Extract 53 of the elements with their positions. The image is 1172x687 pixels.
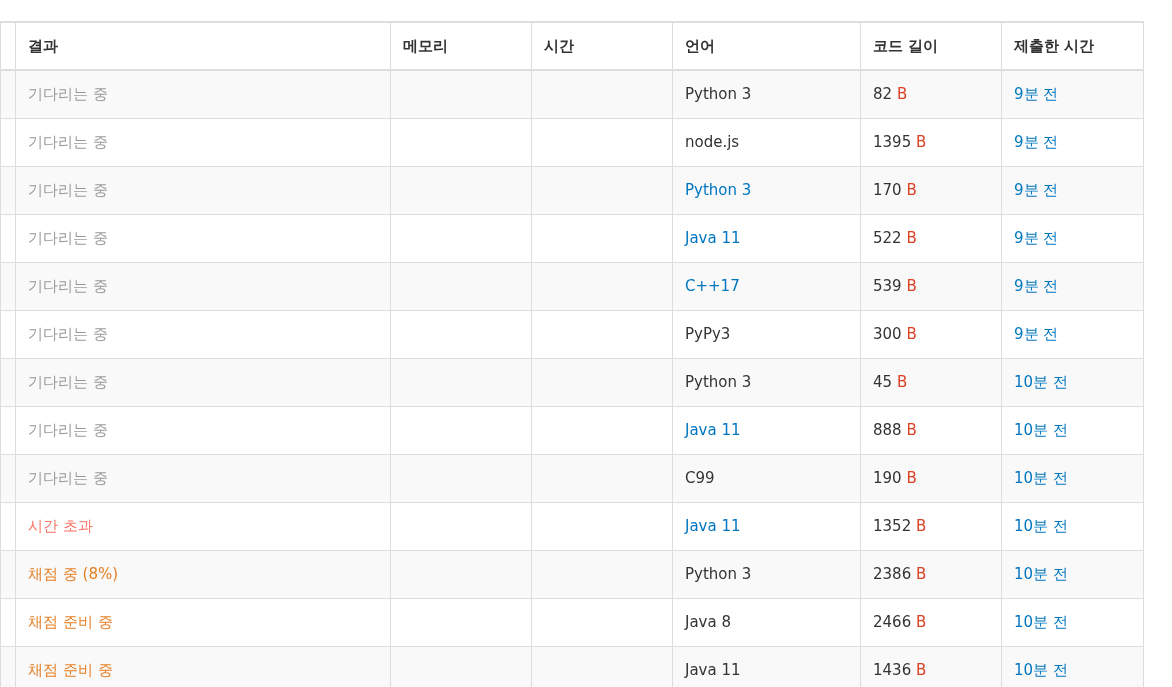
submitted-time-link[interactable]: 10분 전 xyxy=(1014,612,1068,631)
code-length: 170 B xyxy=(873,181,917,199)
result-status: 기다리는 중 xyxy=(28,420,108,439)
language-text: Python 3 xyxy=(685,373,752,391)
code-length: 2386 B xyxy=(873,565,927,583)
result-status: 채점 중 (8%) xyxy=(28,564,119,583)
submitted-time-link[interactable]: 9분 전 xyxy=(1014,84,1059,103)
submitted-time-link[interactable]: 9분 전 xyxy=(1014,324,1059,343)
submitted-time-link[interactable]: 9분 전 xyxy=(1014,132,1059,151)
result-status: 채점 준비 중 xyxy=(28,660,113,679)
language-text: PyPy3 xyxy=(685,325,731,343)
result-status: 기다리는 중 xyxy=(28,468,108,487)
result-status: 기다리는 중 xyxy=(28,132,108,151)
language-text: Python 3 xyxy=(685,85,752,104)
result-status: 기다리는 중 xyxy=(28,276,108,295)
submitted-time-link[interactable]: 9분 전 xyxy=(1014,180,1059,199)
result-status: 시간 초과 xyxy=(28,516,93,535)
language-text: Java 11 xyxy=(685,661,741,679)
result-status: 기다리는 중 xyxy=(28,84,108,103)
language-text: Python 3 xyxy=(685,565,752,583)
result-status: 기다리는 중 xyxy=(28,180,108,199)
code-length: 1436 B xyxy=(873,661,927,679)
column-header: 결과 xyxy=(15,22,391,70)
language-link[interactable]: C++17 xyxy=(685,277,740,295)
code-length: 190 B xyxy=(873,469,917,487)
code-length: 888 B xyxy=(873,421,917,439)
submitted-time-link[interactable]: 10분 전 xyxy=(1014,516,1068,535)
code-length: 522 B xyxy=(873,229,917,247)
code-length: 45 B xyxy=(873,373,908,391)
language-text: Java 8 xyxy=(685,613,731,631)
result-status: 기다리는 중 xyxy=(28,324,108,343)
submitted-time-link[interactable]: 10분 전 xyxy=(1014,420,1068,439)
result-status: 기다리는 중 xyxy=(28,228,108,247)
result-status: 기다리는 중 xyxy=(28,372,108,391)
submitted-time-link[interactable]: 10분 전 xyxy=(1014,564,1068,583)
language-link[interactable]: Java 11 xyxy=(685,421,741,439)
submitted-time-link[interactable]: 9분 전 xyxy=(1014,276,1059,295)
code-length: 1395 B xyxy=(873,133,927,151)
language-link[interactable]: Python 3 xyxy=(685,181,752,199)
code-length: 539 B xyxy=(873,277,917,295)
submitted-time-link[interactable]: 10분 전 xyxy=(1014,660,1068,679)
submitted-time-link[interactable]: 9분 전 xyxy=(1014,228,1059,247)
language-text: C99 xyxy=(685,469,715,487)
language-link[interactable]: Java 11 xyxy=(685,517,741,535)
code-length: 1352 B xyxy=(873,517,927,535)
code-length: 2466 B xyxy=(873,613,927,631)
language-link[interactable]: Java 11 xyxy=(685,229,741,247)
code-length: 82 B xyxy=(873,85,908,104)
result-status: 채점 준비 중 xyxy=(28,612,113,631)
submitted-time-link[interactable]: 10분 전 xyxy=(1014,372,1068,391)
submitted-time-link[interactable]: 10분 전 xyxy=(1014,468,1068,487)
code-length: 300 B xyxy=(873,325,917,343)
language-text: node.js xyxy=(685,133,740,151)
